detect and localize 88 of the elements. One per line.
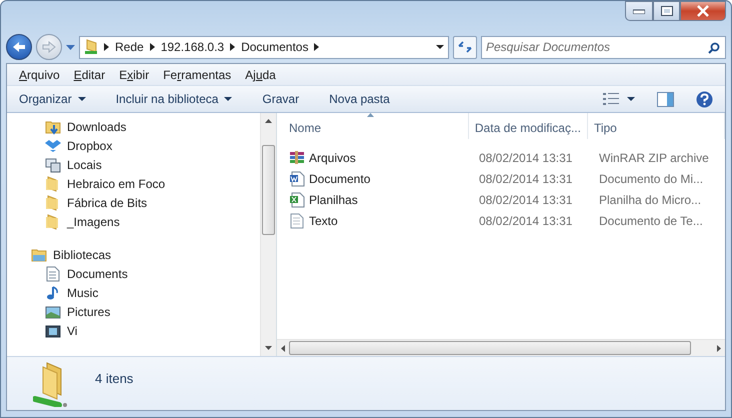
breadcrumb-item[interactable]: Rede (115, 38, 144, 56)
caret-icon (78, 97, 86, 101)
sidebar-item[interactable]: Locais (7, 155, 260, 174)
sidebar-item[interactable]: Bibliotecas (7, 245, 260, 264)
scroll-left-icon[interactable] (281, 344, 285, 352)
text-file-icon (289, 212, 305, 228)
sort-arrow-icon (367, 113, 374, 117)
menu-item[interactable]: Ajuda (245, 66, 276, 84)
spreadsheet-icon (289, 192, 305, 208)
breadcrumb-item[interactable]: Documentos (241, 38, 308, 56)
help-icon[interactable] (696, 90, 713, 108)
breadcrumb-arrow-icon[interactable] (150, 43, 155, 51)
download-folder-icon (45, 118, 61, 134)
close-button[interactable] (680, 1, 726, 21)
toolbar-button[interactable]: Gravar (262, 90, 300, 108)
search-icon[interactable] (708, 42, 720, 54)
sidebar-item[interactable]: _Imagens (7, 212, 260, 231)
column-header[interactable]: Data de modificaç... (468, 113, 588, 139)
back-button[interactable] (6, 34, 32, 60)
file-type: Planilha do Micro... (598, 192, 702, 208)
address-dropdown-icon[interactable] (436, 45, 444, 49)
file-type: Documento do Mi... (598, 170, 704, 188)
network-folder-icon (84, 39, 98, 55)
item-count: 4 itens (95, 370, 134, 388)
toolbar-button[interactable]: Incluir na biblioteca (116, 90, 232, 108)
sidebar-item[interactable]: Hebraico em Foco (7, 174, 260, 193)
view-options-icon[interactable] (603, 93, 619, 105)
refresh-icon (458, 41, 472, 53)
refresh-button[interactable] (453, 36, 477, 58)
menu-item[interactable]: Arquivo (19, 66, 60, 84)
file-date: 08/02/2014 13:31 (478, 212, 574, 230)
maximize-icon (660, 6, 672, 16)
folder-icon (45, 176, 61, 192)
file-name[interactable]: Planilhas (277, 190, 473, 208)
file-date: 08/02/2014 13:31 (478, 192, 574, 208)
minimize-icon (633, 8, 645, 14)
file-name[interactable]: Documento (277, 170, 473, 188)
document-icon (45, 266, 61, 282)
column-header[interactable]: Nome (277, 113, 469, 139)
forward-arrow-icon (42, 41, 56, 53)
breadcrumb-arrow-icon[interactable] (314, 43, 320, 51)
maximize-button[interactable] (653, 1, 680, 21)
preview-pane-icon[interactable] (657, 92, 674, 106)
file-name[interactable]: Arquivos (277, 148, 473, 166)
music-note-icon (45, 284, 61, 300)
scroll-right-icon[interactable] (717, 344, 721, 352)
address-bar[interactable]: Rede 192.168.0.3 Documentos (79, 36, 449, 58)
breadcrumb-arrow-icon[interactable] (104, 43, 109, 51)
back-arrow-icon (12, 41, 26, 53)
horizontal-scrollbar[interactable] (277, 339, 725, 356)
toolbar-button[interactable]: Nova pasta (329, 90, 390, 108)
computer-icon (45, 156, 61, 172)
scroll-up-icon[interactable] (265, 119, 272, 123)
sidebar-item[interactable]: Documents (7, 264, 260, 283)
library-icon (31, 246, 47, 262)
vertical-scrollbar[interactable] (260, 113, 276, 356)
word-document-icon (289, 170, 305, 186)
file-type: WinRAR ZIP archive (598, 150, 710, 166)
column-header[interactable]: Tipo (588, 113, 725, 139)
archive-icon (289, 150, 305, 166)
sidebar-item[interactable]: Fábrica de Bits (7, 193, 260, 212)
caret-icon (224, 97, 232, 101)
caret-icon[interactable] (627, 97, 635, 101)
folder-icon (45, 214, 61, 230)
file-type: Documento de Te... (598, 212, 704, 230)
sidebar-item[interactable]: Vi (7, 321, 260, 340)
video-icon (45, 322, 61, 338)
scroll-down-icon[interactable] (265, 346, 272, 350)
menu-item[interactable]: Editar (74, 66, 106, 84)
menu-item[interactable]: Ferramentas (163, 66, 232, 84)
file-name[interactable]: Texto (277, 212, 473, 230)
search-field[interactable]: Pesquisar Documentos (481, 36, 726, 58)
folder-icon (45, 194, 61, 210)
dropbox-icon (45, 138, 61, 154)
close-icon (696, 5, 710, 17)
picture-icon (45, 304, 61, 320)
breadcrumb-item[interactable]: 192.168.0.3 (160, 38, 224, 56)
recent-pages-dropdown-icon[interactable] (66, 44, 75, 50)
sidebar-item[interactable]: Music (7, 283, 260, 302)
toolbar-button[interactable]: Organizar (19, 90, 86, 108)
menu-item[interactable]: Exibir (119, 66, 150, 84)
breadcrumb-arrow-icon[interactable] (230, 43, 236, 51)
file-date: 08/02/2014 13:31 (478, 170, 574, 188)
sidebar-item[interactable]: Downloads (7, 117, 260, 136)
sidebar-item[interactable]: Pictures (7, 302, 260, 321)
file-date: 08/02/2014 13:31 (478, 150, 574, 166)
sidebar-item[interactable]: Dropbox (7, 136, 260, 155)
minimize-button[interactable] (625, 1, 653, 21)
